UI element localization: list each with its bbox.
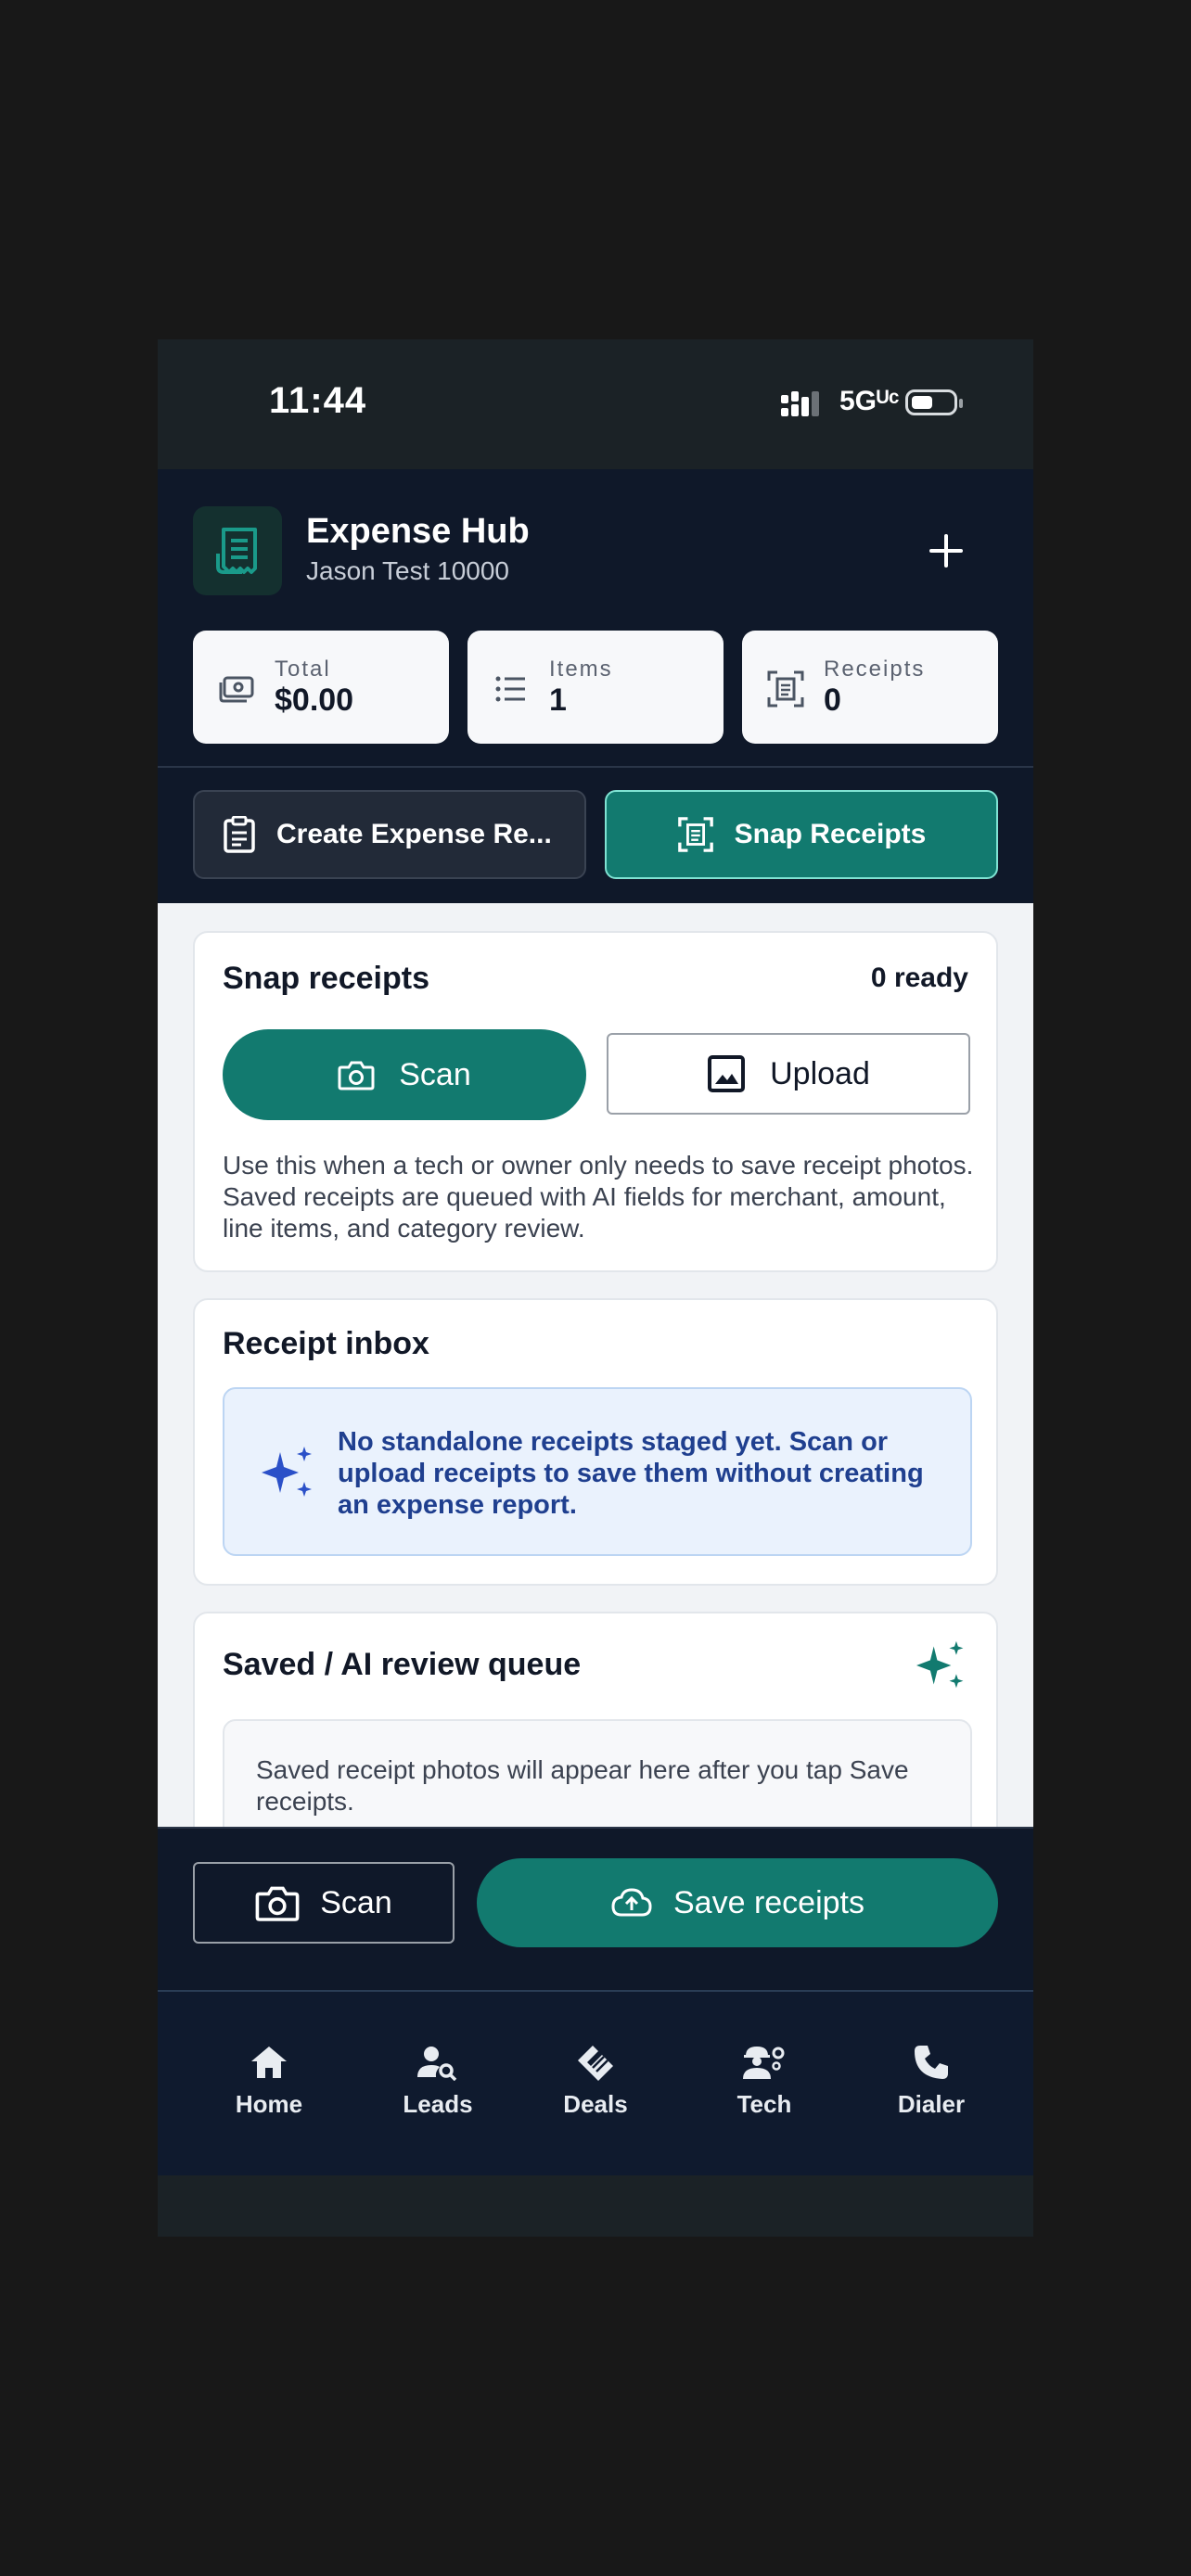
image-icon [708, 1055, 746, 1092]
app-subtitle: Jason Test 10000 [306, 556, 509, 585]
stat-items: Items 1 [467, 631, 724, 744]
inbox-empty-note: No standalone receipts staged yet. Scan … [223, 1387, 972, 1556]
queue-card-title: Saved / AI review queue [223, 1647, 582, 1682]
camera-icon [255, 1886, 300, 1921]
inbox-card-title: Receipt inbox [223, 1326, 429, 1361]
save-receipts-button[interactable]: Save receipts [477, 1858, 998, 1947]
home-icon [251, 2047, 287, 2078]
status-time: 11:44 [269, 380, 367, 421]
bottom-nav: Home Leads Deals Tech Dialer [158, 1992, 1033, 2175]
clipboard-icon [224, 816, 255, 853]
nav-label-dialer: Dialer [897, 2090, 966, 2118]
nav-label-home: Home [235, 2090, 303, 2118]
sparkles-icon [262, 1447, 312, 1497]
app-header: Expense Hub Jason Test 10000 Total $0.00 [158, 469, 1033, 766]
snap-description: Use this when a tech or owner only needs… [223, 1151, 974, 1243]
stat-receipts-label: Receipts [824, 657, 926, 682]
nav-item-tech[interactable]: Tech [699, 2044, 829, 2119]
scan-button[interactable]: Scan [223, 1029, 586, 1120]
cash-icon [219, 676, 254, 703]
sparkles-icon [916, 1640, 964, 1689]
snap-card-title: Snap receipts [223, 961, 429, 996]
receipt-scan-icon [767, 670, 804, 708]
nav-item-home[interactable]: Home [204, 2044, 334, 2119]
app-title: Expense Hub [306, 512, 530, 551]
bottom-scan-label: Scan [320, 1884, 392, 1920]
nav-item-deals[interactable]: Deals [531, 2044, 660, 2119]
cloud-upload-icon [611, 1888, 652, 1917]
scan-label: Scan [399, 1056, 471, 1092]
phone-icon [915, 2046, 948, 2079]
snap-receipts-card: Snap receipts 0 ready Scan Upload Use th… [193, 931, 998, 1272]
inbox-note-text: No standalone receipts staged yet. Scan … [338, 1427, 924, 1520]
ai-review-queue-card: Saved / AI review queue Saved receipt ph… [193, 1612, 998, 1827]
ready-count: 0 ready [870, 963, 968, 993]
bottom-scan-button[interactable]: Scan [193, 1862, 455, 1944]
snap-receipts-label: Snap Receipts [734, 819, 927, 849]
plus-icon [929, 534, 963, 567]
handshake-icon [578, 2046, 613, 2081]
bottom-action-bar: Scan Save receipts [158, 1829, 1033, 1990]
receipt-logo-icon [193, 506, 282, 595]
engineer-icon [743, 2047, 785, 2079]
create-expense-report-label: Create Expense Re... [276, 819, 552, 849]
action-tabs: Create Expense Re... Snap Receipts [158, 768, 1033, 903]
network-type: 5Gᵁᶜ [839, 386, 900, 416]
nav-label-deals: Deals [563, 2090, 628, 2118]
list-icon [495, 676, 525, 702]
stat-total-label: Total [275, 657, 331, 682]
upload-label: Upload [770, 1055, 870, 1091]
stat-receipts-value: 0 [824, 682, 841, 718]
home-indicator-area [158, 2175, 1033, 2237]
stat-total: Total $0.00 [193, 631, 449, 744]
stat-total-value: $0.00 [275, 682, 354, 718]
signal-icon [781, 391, 819, 416]
camera-icon [338, 1061, 375, 1090]
create-expense-report-button[interactable]: Create Expense Re... [193, 790, 586, 879]
upload-button[interactable]: Upload [607, 1033, 970, 1115]
phone-screen: 11:44 5Gᵁᶜ Expense Hub Jason Test 10000 [158, 339, 1033, 2237]
queue-empty-note: Saved receipt photos will appear here af… [223, 1719, 972, 1827]
battery-icon [905, 389, 963, 415]
nav-item-leads[interactable]: Leads [373, 2044, 503, 2119]
nav-label-leads: Leads [403, 2090, 473, 2118]
save-receipts-label: Save receipts [673, 1884, 864, 1920]
receipt-inbox-card: Receipt inbox No standalone receipts sta… [193, 1298, 998, 1586]
snap-receipts-tab[interactable]: Snap Receipts [605, 790, 998, 879]
status-bar: 11:44 5Gᵁᶜ [158, 339, 1033, 469]
person-search-icon [417, 2047, 457, 2081]
stat-receipts: Receipts 0 [742, 631, 998, 744]
nav-item-dialer[interactable]: Dialer [866, 2044, 996, 2119]
receipt-scan-icon [677, 817, 713, 852]
stat-items-value: 1 [549, 682, 567, 718]
queue-note-text: Saved receipt photos will appear here af… [256, 1755, 909, 1816]
main-content: Snap receipts 0 ready Scan Upload Use th… [158, 903, 1033, 1827]
nav-label-tech: Tech [736, 2090, 792, 2118]
stat-items-label: Items [549, 657, 613, 682]
add-button[interactable] [918, 523, 974, 579]
